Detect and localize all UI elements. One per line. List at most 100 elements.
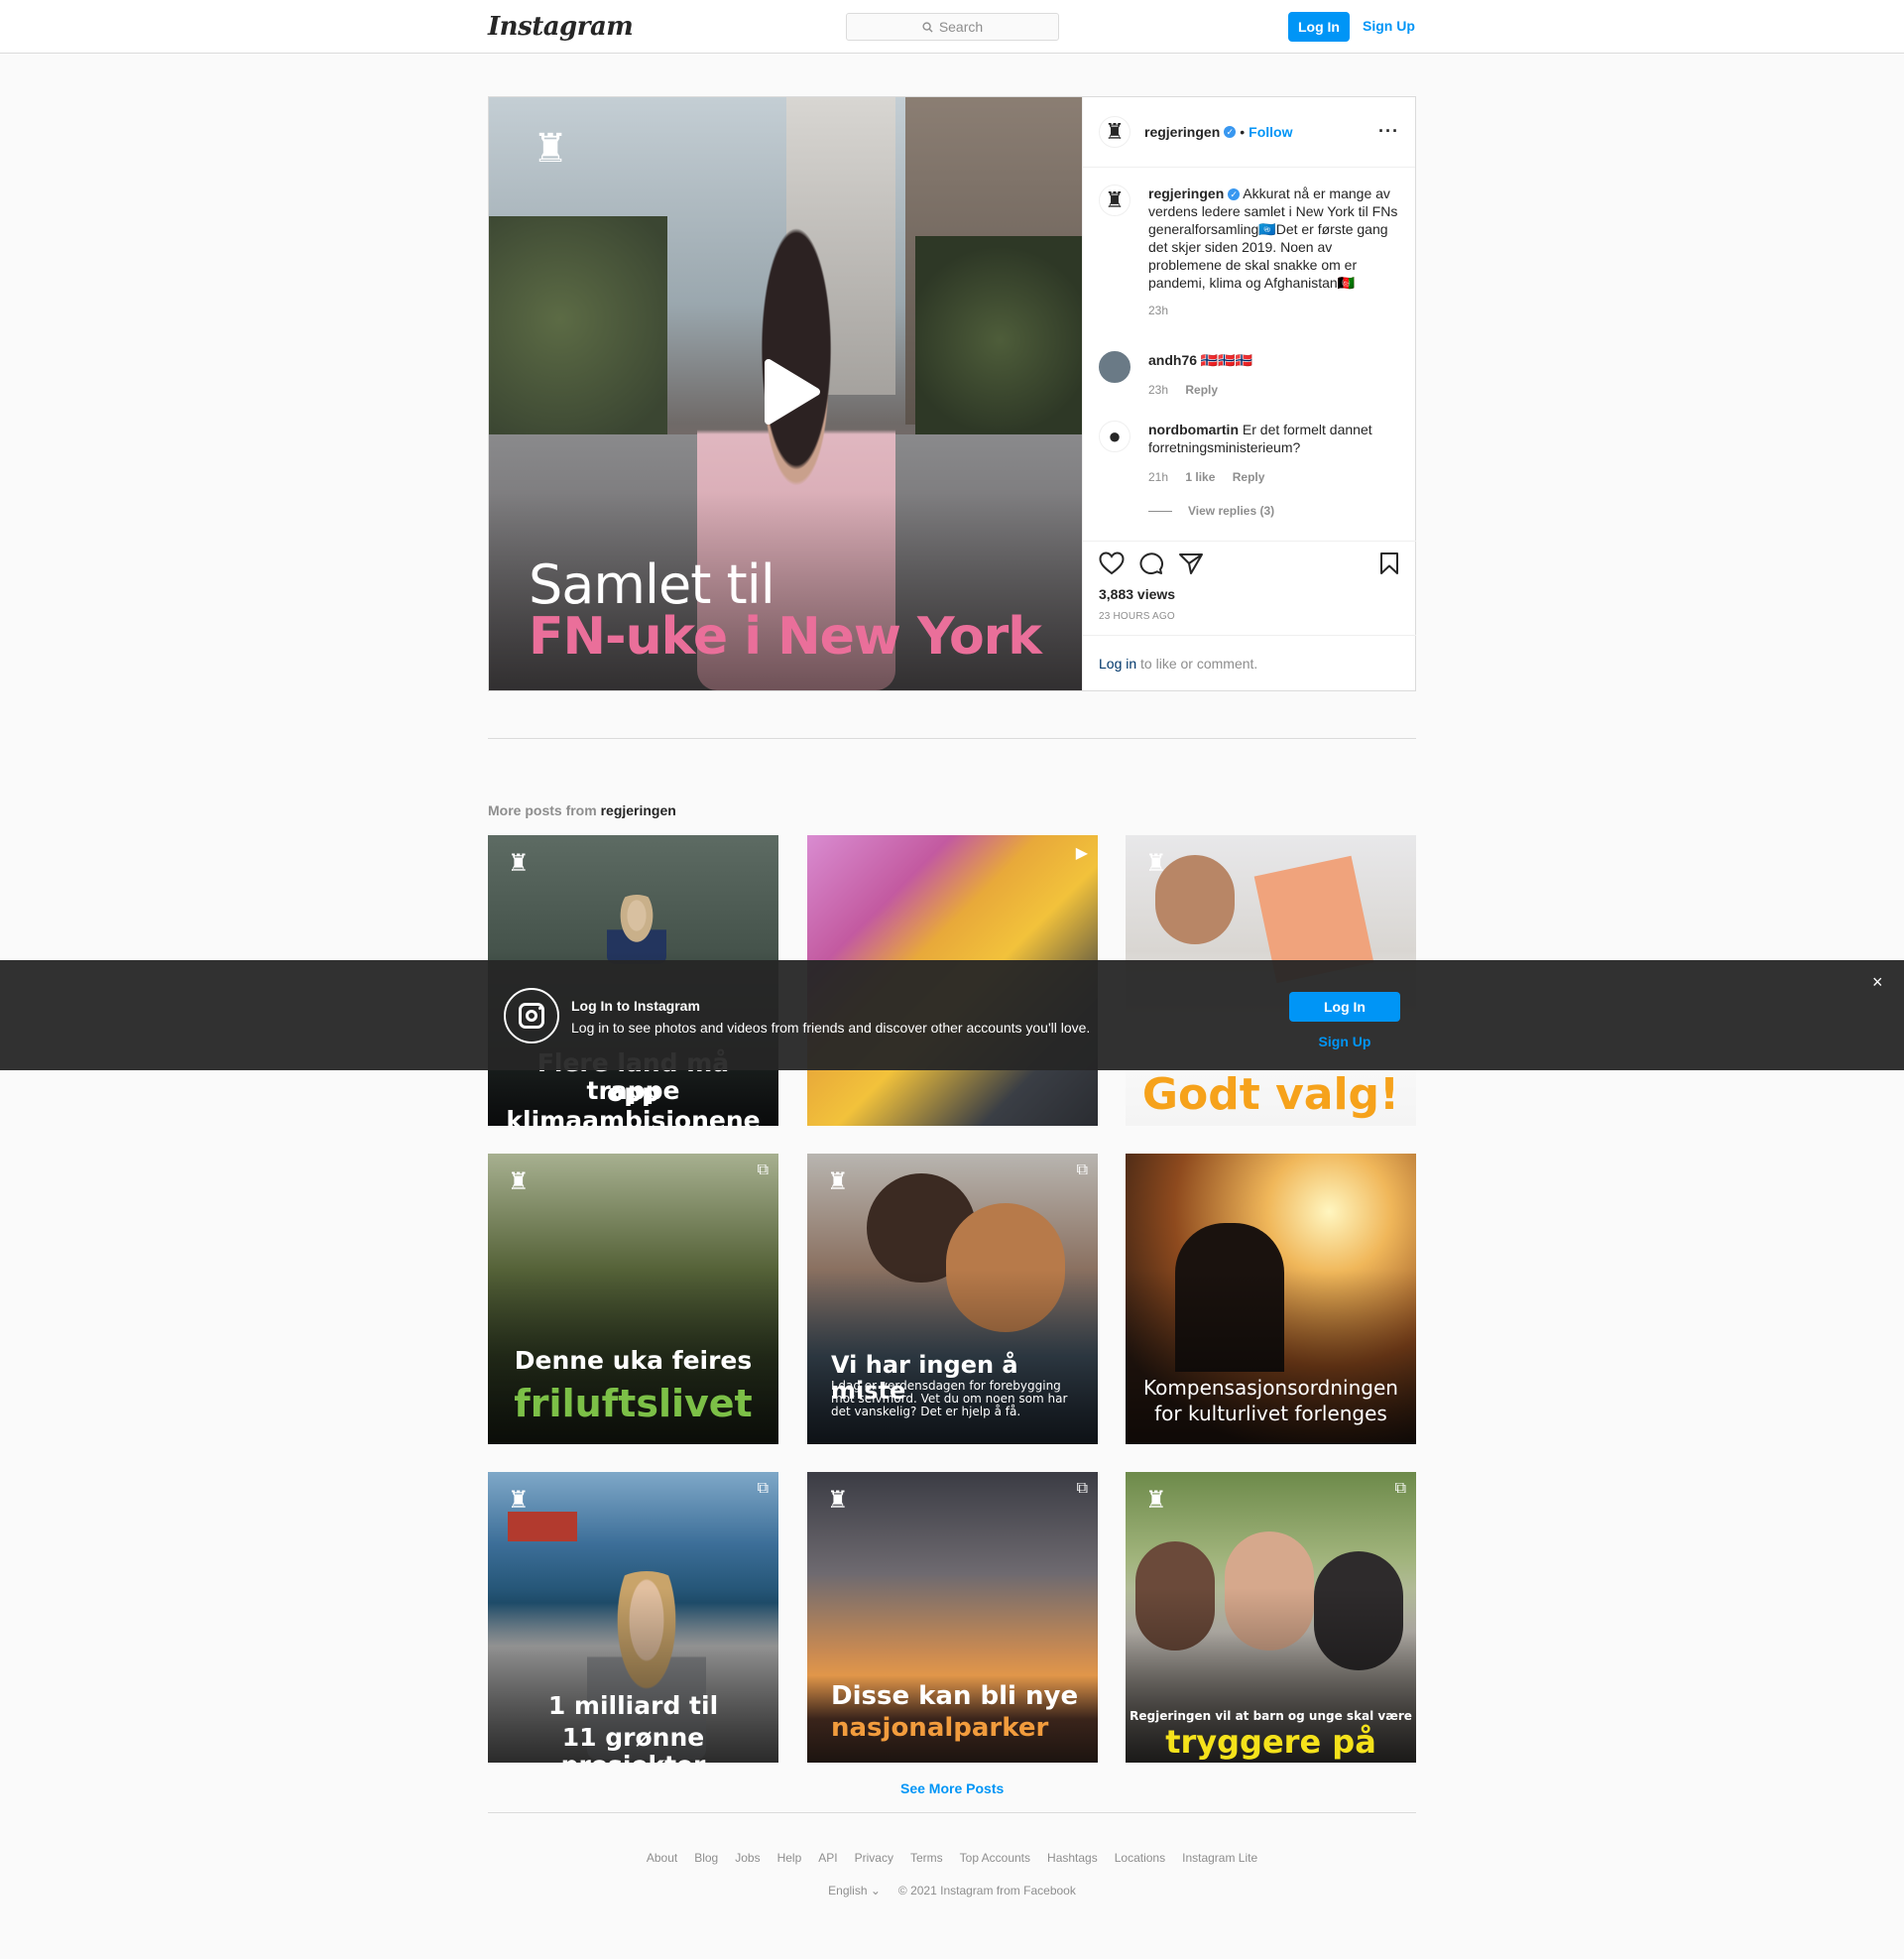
reply-button[interactable]: Reply: [1233, 470, 1265, 484]
post-thumbnail[interactable]: Kompensasjonsordningen for kulturlivet f…: [1126, 1154, 1416, 1444]
thumbnail-caption-line2: nasjonalparker: [831, 1713, 1049, 1743]
banner-login-button[interactable]: Log In: [1289, 992, 1400, 1022]
view-replies-label: View replies (3): [1188, 504, 1275, 518]
post-header: ♜ regjeringen ✓ • Follow ···: [1083, 97, 1415, 168]
post-thumbnail[interactable]: ♜ ⧉ 1 milliard til 11 grønne prosjekter: [488, 1472, 778, 1763]
comment-username[interactable]: andh76: [1148, 352, 1197, 368]
woman-figure: [1155, 855, 1235, 944]
carousel-icon: ⧉: [1076, 1480, 1088, 1497]
comment-username[interactable]: nordbomartin: [1148, 422, 1239, 437]
verified-icon: ✓: [1228, 188, 1241, 200]
avatar[interactable]: ♜: [1099, 184, 1130, 216]
carousel-icon: ⧉: [757, 1162, 769, 1178]
carousel-icon: ⧉: [1076, 1162, 1088, 1178]
instagram-glyph-icon: [504, 988, 559, 1043]
thumbnail-caption-line1: Kompensasjonsordningen: [1143, 1376, 1398, 1400]
video-badge-icon: ▶: [1075, 845, 1088, 862]
reply-button[interactable]: Reply: [1185, 383, 1218, 397]
carousel-icon: ⧉: [1394, 1480, 1406, 1497]
footer-link-top-accounts[interactable]: Top Accounts: [960, 1851, 1030, 1865]
avatar[interactable]: [1099, 351, 1130, 383]
video-player[interactable]: ♜ Samlet til FN-uke i New York: [489, 97, 1082, 690]
more-options-icon[interactable]: ···: [1378, 121, 1399, 142]
post-card: ♜ Samlet til FN-uke i New York ♜ regjeri…: [488, 96, 1416, 691]
separator-dot: •: [1240, 124, 1246, 140]
avatar[interactable]: ♜: [1099, 116, 1130, 148]
footer-link-help[interactable]: Help: [777, 1851, 802, 1865]
login-button[interactable]: Log In: [1288, 12, 1350, 42]
thumbnail-caption-line1: Disse kan bli nye: [831, 1681, 1079, 1711]
comment-text: 🇳🇴🇳🇴🇳🇴: [1200, 352, 1253, 368]
footer-link-api[interactable]: API: [818, 1851, 837, 1865]
comment-icon[interactable]: [1138, 551, 1164, 575]
post-thumbnail[interactable]: ♜ ⧉ Regjeringen vil at barn og unge skal…: [1126, 1472, 1416, 1763]
heart-icon[interactable]: [1099, 551, 1125, 575]
view-count[interactable]: 3,883 views: [1099, 586, 1175, 602]
comment-time[interactable]: 23h: [1148, 383, 1168, 397]
more-posts-username[interactable]: regjeringen: [601, 802, 676, 818]
share-icon[interactable]: [1178, 551, 1204, 575]
caption-username[interactable]: regjeringen: [1148, 185, 1224, 201]
post-thumbnail[interactable]: ♜ ⧉ Vi har ingen å miste I dag er verden…: [807, 1154, 1098, 1444]
signup-link[interactable]: Sign Up: [1363, 18, 1415, 34]
footer-link-terms[interactable]: Terms: [910, 1851, 943, 1865]
login-link[interactable]: Log in: [1099, 656, 1136, 672]
coat-of-arms-icon: ♜: [508, 1487, 530, 1514]
login-banner: Log In to Instagram Log in to see photos…: [0, 960, 1904, 1070]
coat-of-arms-icon: ♜: [508, 1168, 530, 1195]
follow-button[interactable]: Follow: [1249, 124, 1292, 140]
footer-link-about[interactable]: About: [647, 1851, 677, 1865]
close-icon[interactable]: ×: [1872, 972, 1883, 993]
search-icon: [922, 21, 933, 33]
thumbnail-caption-line2: tryggere på nett: [1165, 1723, 1376, 1763]
footer-links: About Blog Jobs Help API Privacy Terms T…: [0, 1851, 1904, 1865]
top-navigation-bar: Instagram Search Log In Sign Up: [0, 0, 1904, 54]
comments-section[interactable]: ♜ regjeringen ✓ Akkurat nå er mange av v…: [1083, 169, 1416, 538]
coat-of-arms-icon: ♜: [1145, 850, 1167, 877]
language-select[interactable]: English ⌄: [828, 1884, 881, 1898]
footer-link-jobs[interactable]: Jobs: [735, 1851, 760, 1865]
coat-of-arms-icon: ♜: [827, 1487, 849, 1514]
footer-link-locations[interactable]: Locations: [1115, 1851, 1165, 1865]
carousel-icon: ⧉: [757, 1480, 769, 1497]
comment-likes[interactable]: 1 like: [1185, 470, 1215, 484]
banner-title: Log In to Instagram: [571, 998, 700, 1014]
footer-bottom: English ⌄ © 2021 Instagram from Facebook: [0, 1884, 1904, 1898]
avatar[interactable]: ●: [1099, 421, 1130, 452]
coat-of-arms-icon: ♜: [1145, 1487, 1167, 1514]
banner-signup-link[interactable]: Sign Up: [1289, 1034, 1400, 1049]
thumbnail-caption-line1: Denne uka feires: [514, 1346, 753, 1375]
post-thumbnail[interactable]: ♜ ⧉ Disse kan bli nye nasjonalparker: [807, 1472, 1098, 1763]
red-house: [508, 1512, 577, 1541]
post-timestamp[interactable]: 23 HOURS AGO: [1099, 611, 1175, 622]
replies-divider: [1148, 510, 1172, 512]
play-icon[interactable]: [755, 357, 824, 427]
more-posts-prefix: More posts from: [488, 802, 601, 818]
bookmark-icon[interactable]: [1378, 551, 1400, 575]
post-sidebar: ♜ regjeringen ✓ • Follow ··· ♜ regjering…: [1082, 97, 1416, 691]
login-to-comment: Log in to like or comment.: [1083, 635, 1416, 691]
search-placeholder: Search: [938, 19, 984, 35]
chevron-down-icon: ⌄: [870, 1884, 881, 1898]
search-input[interactable]: Search: [846, 13, 1059, 41]
author-username[interactable]: regjeringen: [1144, 124, 1220, 140]
thumbnail-caption-line2: 11 grønne prosjekter: [561, 1723, 706, 1763]
footer-link-privacy[interactable]: Privacy: [855, 1851, 893, 1865]
post-actions: 3,883 views 23 HOURS AGO Log in to like …: [1083, 541, 1416, 691]
divider: [488, 1812, 1416, 1813]
footer-link-blog[interactable]: Blog: [694, 1851, 718, 1865]
thumbnail-caption-line1: Regjeringen vil at barn og unge skal vær…: [1130, 1709, 1412, 1723]
view-replies-button[interactable]: View replies (3): [1148, 502, 1274, 520]
instagram-logo[interactable]: Instagram: [488, 12, 634, 42]
caption-time[interactable]: 23h: [1148, 302, 1168, 319]
footer-link-instagram-lite[interactable]: Instagram Lite: [1182, 1851, 1257, 1865]
thumbnail-caption-line1: 1 milliard til: [547, 1691, 719, 1720]
verified-icon: ✓: [1224, 126, 1237, 138]
post-thumbnail[interactable]: ♜ ⧉ Denne uka feires friluftslivet: [488, 1154, 778, 1444]
thumbnail-caption-line2: friluftslivet: [514, 1382, 753, 1425]
language-label: English: [828, 1884, 868, 1898]
thumbnail-caption-line2: I dag er verdensdagen for forebygging mo…: [831, 1379, 1068, 1419]
see-more-posts-button[interactable]: See More Posts: [900, 1780, 1004, 1796]
footer-link-hashtags[interactable]: Hashtags: [1047, 1851, 1098, 1865]
comment-time[interactable]: 21h: [1148, 470, 1168, 484]
